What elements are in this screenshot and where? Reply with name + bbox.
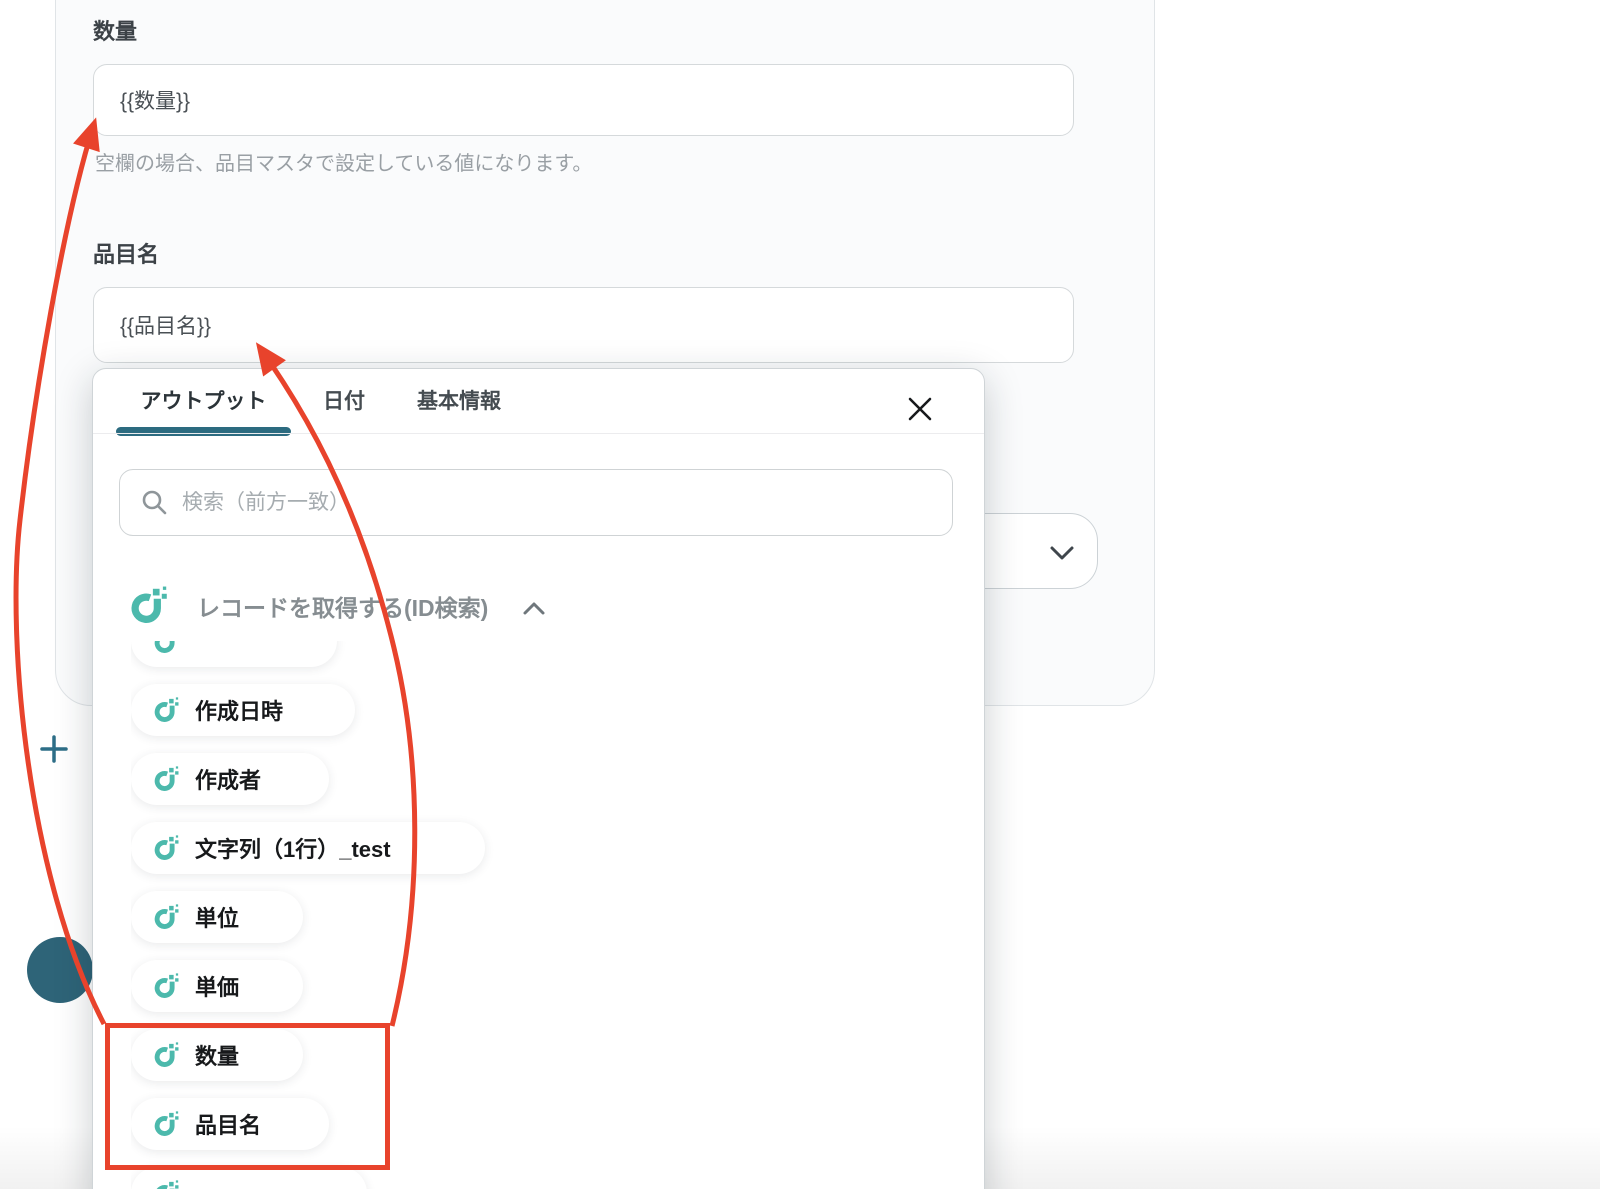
source-group-header[interactable]: レコードを取得する(ID検索): [129, 586, 546, 626]
record-app-icon: [153, 972, 180, 1000]
record-app-icon: [153, 1179, 180, 1189]
plus-icon: [40, 735, 68, 763]
tab-label: アウトプット: [140, 390, 267, 413]
output-pill[interactable]: [131, 1167, 367, 1189]
record-app-icon: [153, 641, 180, 655]
highlight-box: [105, 1023, 390, 1170]
screen: 数量 空欄の場合、品目マスタで設定している値になります。 品目名 アウトプット 日…: [0, 0, 1600, 1189]
tab-label: 基本情報: [417, 390, 501, 413]
source-group-title: レコードを取得する(ID検索): [197, 595, 489, 621]
close-icon: [908, 397, 932, 421]
record-app-icon: [129, 586, 169, 626]
item-name-label: 品目名: [93, 242, 160, 267]
record-app-icon: [153, 903, 180, 931]
output-pill[interactable]: 作成者: [131, 753, 329, 805]
tab-item[interactable]: 日付: [323, 385, 365, 429]
chevron-down-icon: [1050, 546, 1074, 560]
tab-item[interactable]: 基本情報: [417, 385, 501, 429]
workflow-node[interactable]: [27, 937, 93, 1003]
tab-label: 日付: [323, 390, 365, 413]
output-pill[interactable]: 作成日時: [131, 684, 355, 736]
record-app-icon: [153, 834, 180, 862]
tab-divider: [93, 433, 984, 434]
output-pill[interactable]: [131, 641, 337, 667]
quantity-input[interactable]: [93, 64, 1074, 136]
search-box: [119, 469, 953, 536]
output-pill-label: 単位: [195, 906, 240, 931]
quantity-label: 数量: [93, 19, 138, 44]
search-icon: [142, 490, 167, 515]
output-pill-label: 単価: [195, 975, 240, 1000]
record-app-icon: [153, 696, 180, 724]
tab-bar: アウトプット 日付 基本情報: [116, 385, 501, 436]
chevron-up-icon: [523, 602, 545, 614]
output-pill-label: 文字列（1行）_test: [195, 837, 391, 862]
tab-active[interactable]: アウトプット: [116, 385, 291, 436]
active-tab-underline: [116, 427, 291, 436]
output-pill[interactable]: 単位: [131, 891, 303, 943]
quantity-help-text: 空欄の場合、品目マスタで設定している値になります。: [95, 153, 593, 175]
output-pill[interactable]: 文字列（1行）_test: [131, 822, 485, 874]
close-button[interactable]: [906, 395, 934, 423]
item-name-input[interactable]: [93, 287, 1074, 363]
output-pill-label: 作成日時: [195, 699, 284, 724]
output-pill-label: 作成者: [195, 768, 262, 793]
add-step-button[interactable]: [40, 735, 68, 763]
record-app-icon: [153, 765, 180, 793]
output-pill[interactable]: 単価: [131, 960, 303, 1012]
search-input[interactable]: [119, 469, 953, 536]
